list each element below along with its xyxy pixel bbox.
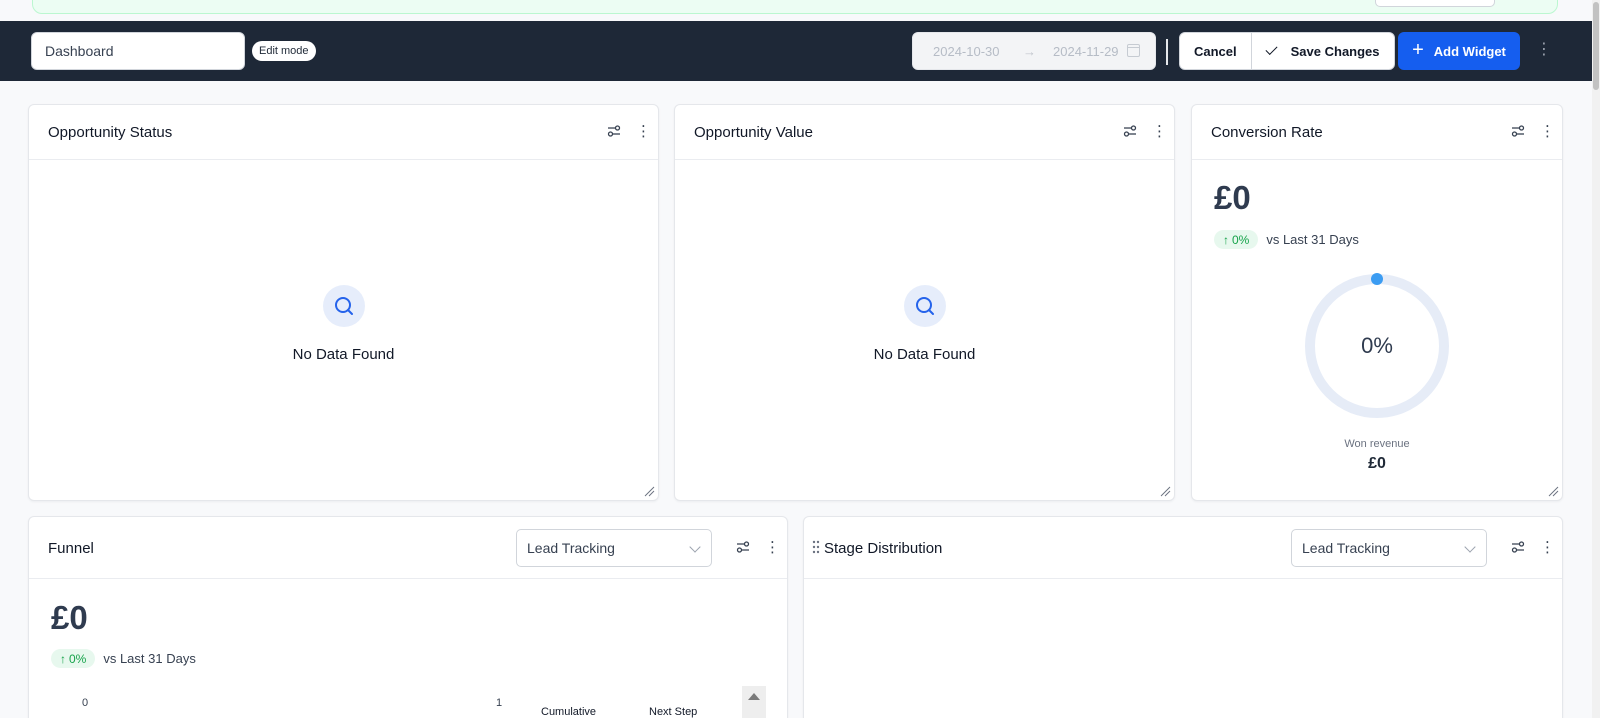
filter-icon[interactable] xyxy=(1510,123,1526,139)
check-icon xyxy=(1265,42,1278,56)
column-header-cumulative: Cumulative xyxy=(541,706,597,718)
save-label: Save Changes xyxy=(1290,43,1380,59)
empty-state-label: No Data Found xyxy=(873,346,976,363)
trend-label: vs Last 31 Days xyxy=(1266,232,1359,247)
notification-banner xyxy=(32,0,1558,14)
arrow-up-icon xyxy=(748,693,760,700)
widget-title: Conversion Rate xyxy=(1211,124,1323,141)
widget-title: Opportunity Status xyxy=(48,124,173,141)
pipeline-select-value: Lead Tracking xyxy=(1302,540,1390,556)
trend-pill: ↑ 0% xyxy=(51,649,96,668)
table-scroll-up[interactable] xyxy=(742,686,766,718)
toolbar-more-icon[interactable]: ⋮ xyxy=(1536,42,1552,58)
empty-state: No Data Found xyxy=(29,285,658,363)
dashboard-name-input[interactable] xyxy=(31,32,245,70)
date-range-picker[interactable]: 2024-10-30 → 2024-11-29 xyxy=(912,32,1156,70)
gauge-indicator xyxy=(1371,273,1383,285)
filter-icon[interactable] xyxy=(606,123,622,139)
dashboard-toolbar: Edit mode 2024-10-30 → 2024-11-29 Cancel… xyxy=(0,21,1592,81)
drag-handle-icon[interactable] xyxy=(812,540,820,554)
axis-tick-min: 0 xyxy=(82,697,89,709)
kebab-icon[interactable]: ⋮ xyxy=(1152,124,1167,139)
filter-icon[interactable] xyxy=(1122,123,1138,139)
resize-icon[interactable] xyxy=(1159,485,1171,497)
plus-icon: + xyxy=(1412,39,1424,61)
banner-button[interactable] xyxy=(1375,0,1495,7)
axis-tick-max: 1 xyxy=(496,697,503,709)
empty-state: No Data Found xyxy=(675,285,1174,363)
kebab-icon[interactable]: ⋮ xyxy=(765,540,780,555)
edit-actions: Cancel Save Changes xyxy=(1179,32,1395,70)
trend-pill: ↑ 0% xyxy=(1214,230,1259,249)
cancel-label: Cancel xyxy=(1194,43,1237,59)
chevron-down-icon xyxy=(1464,541,1476,553)
widget-header: Opportunity Status ⋮ xyxy=(29,105,658,160)
cancel-button[interactable]: Cancel xyxy=(1180,33,1251,69)
widget-opportunity-status: Opportunity Status ⋮ No Data Found xyxy=(28,104,659,501)
widget-funnel: Funnel Lead Tracking ⋮ £0 ↑ 0% vs Last 31… xyxy=(28,516,788,718)
conversion-value: £0 xyxy=(1214,179,1251,216)
widget-title: Stage Distribution xyxy=(824,540,943,557)
widget-header: Stage Distribution Lead Tracking ⋮ xyxy=(804,517,1562,579)
search-icon xyxy=(903,285,946,327)
widget-stage-distribution: Stage Distribution Lead Tracking ⋮ xyxy=(803,516,1563,718)
search-icon xyxy=(322,285,365,327)
filter-icon[interactable] xyxy=(735,539,751,555)
trend-indicator: ↑ 0% vs Last 31 Days xyxy=(1214,230,1359,249)
widget-header: Conversion Rate ⋮ xyxy=(1192,105,1562,160)
arrow-up-icon: ↑ xyxy=(1223,232,1229,247)
trend-percent: 0% xyxy=(69,651,87,666)
kebab-icon[interactable]: ⋮ xyxy=(636,124,651,139)
funnel-value: £0 xyxy=(51,599,88,636)
page-scrollbar[interactable] xyxy=(1592,0,1600,718)
gauge-value: 0% xyxy=(1361,333,1393,358)
add-widget-label: Add Widget xyxy=(1433,43,1506,59)
arrow-up-icon: ↑ xyxy=(60,651,66,666)
resize-icon[interactable] xyxy=(1547,485,1559,497)
kebab-icon[interactable]: ⋮ xyxy=(1540,540,1555,555)
resize-icon[interactable] xyxy=(643,485,655,497)
empty-state-label: No Data Found xyxy=(292,346,395,363)
widget-header: Funnel Lead Tracking ⋮ xyxy=(29,517,787,579)
trend-indicator: ↑ 0% vs Last 31 Days xyxy=(51,649,196,668)
pipeline-select-value: Lead Tracking xyxy=(527,540,615,556)
won-revenue-label: Won revenue xyxy=(1344,438,1410,450)
chevron-down-icon xyxy=(689,541,701,553)
edit-mode-badge: Edit mode xyxy=(252,41,316,61)
arrow-right-icon: → xyxy=(1023,43,1036,59)
widget-opportunity-value: Opportunity Value ⋮ No Data Found xyxy=(674,104,1175,501)
date-start[interactable]: 2024-10-30 xyxy=(933,44,1000,59)
scrollbar-thumb[interactable] xyxy=(1593,2,1599,90)
widget-conversion-rate: Conversion Rate ⋮ £0 ↑ 0% vs Last 31 Days… xyxy=(1191,104,1563,501)
calendar-icon xyxy=(1127,44,1140,57)
trend-label: vs Last 31 Days xyxy=(103,651,196,666)
pipeline-select[interactable]: Lead Tracking xyxy=(1291,529,1487,567)
filter-icon[interactable] xyxy=(1510,539,1526,555)
pipeline-select[interactable]: Lead Tracking xyxy=(516,529,712,567)
kebab-icon[interactable]: ⋮ xyxy=(1540,124,1555,139)
conversion-gauge: 0% xyxy=(1305,273,1449,418)
won-revenue-value: £0 xyxy=(1368,455,1386,472)
widget-title: Funnel xyxy=(48,540,94,557)
column-header-next-step: Next Step xyxy=(649,706,698,718)
toolbar-divider xyxy=(1166,39,1168,65)
add-widget-button[interactable]: + Add Widget xyxy=(1398,32,1520,70)
save-changes-button[interactable]: Save Changes xyxy=(1250,33,1394,69)
trend-percent: 0% xyxy=(1232,232,1250,247)
date-end[interactable]: 2024-11-29 xyxy=(1053,44,1119,59)
widget-header: Opportunity Value ⋮ xyxy=(675,105,1174,160)
widget-title: Opportunity Value xyxy=(694,124,813,141)
